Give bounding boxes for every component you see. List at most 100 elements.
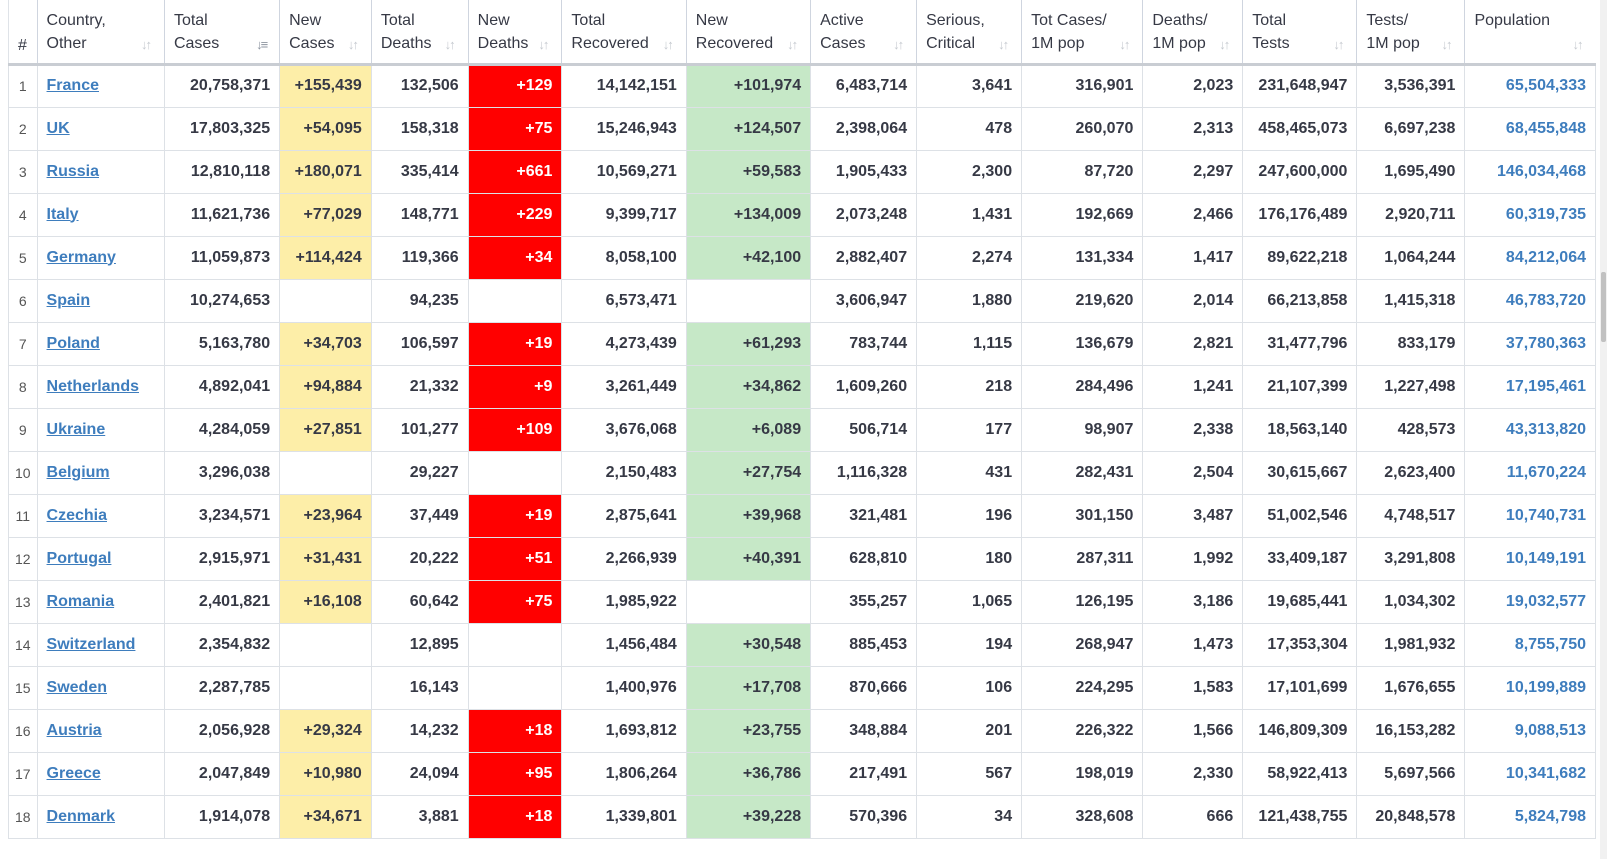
country-link[interactable]: Poland — [47, 335, 100, 352]
column-header-total-deaths[interactable]: Total Deaths ↓↑ — [370, 0, 469, 66]
table-row[interactable]: 5 Germany 11,059,873 +114,424 119,366 +34 8,05… — [8, 235, 1596, 280]
cell-total-cases: 2,354,832 — [163, 622, 281, 667]
cell-total-recovered: 3,261,449 — [561, 364, 687, 409]
column-header-tests-per-1m[interactable]: Tests/1M pop ↓↑ — [1356, 0, 1465, 66]
table-row[interactable]: 2 UK 17,803,325 +54,095 158,318 +75 15,246,943… — [8, 106, 1596, 151]
country-link[interactable]: Austria — [47, 722, 102, 739]
sort-arrows-icon[interactable]: ↓↑ — [1333, 33, 1347, 52]
sort-arrows-icon[interactable]: ↓↑ — [1219, 33, 1233, 52]
scrollbar-thumb[interactable] — [1601, 272, 1606, 342]
cell-new-cases: +16,108 — [279, 579, 372, 624]
cell-tests-per-1m: 4,748,517 — [1356, 493, 1466, 538]
cell-active-cases: 321,481 — [810, 493, 918, 538]
table-row[interactable]: 12 Portugal 2,915,971 +31,431 20,222 +51 2,266… — [8, 536, 1596, 581]
vertical-scrollbar[interactable] — [1600, 0, 1607, 859]
column-header-total-tests[interactable]: Total Tests ↓↑ — [1242, 0, 1357, 66]
column-header-total-recovered[interactable]: Total Recovered ↓↑ — [561, 0, 687, 66]
country-link[interactable]: Sweden — [47, 679, 107, 696]
table-row[interactable]: 10 Belgium 3,296,038 29,227 2,150,483 +27,754… — [8, 450, 1596, 495]
sort-arrows-icon[interactable]: ↓↑ — [787, 33, 801, 52]
cell-total-deaths: 12,895 — [370, 622, 469, 667]
cell-country: Russia — [36, 149, 165, 194]
country-link[interactable]: Germany — [47, 249, 116, 266]
table-row[interactable]: 18 Denmark 1,914,078 +34,671 3,881 +18 1,339,8… — [8, 794, 1596, 839]
sort-arrows-icon[interactable]: ↓↑ — [348, 33, 362, 52]
country-link[interactable]: UK — [47, 120, 70, 137]
table-header-row: # Country, Other ↓↑ Total Cases ↓≡ New Cases ↓↑ To… — [8, 0, 1596, 66]
country-link[interactable]: Spain — [47, 292, 91, 309]
table-row[interactable]: 15 Sweden 2,287,785 16,143 1,400,976 +17,708 8… — [8, 665, 1596, 710]
country-link[interactable]: Greece — [47, 765, 101, 782]
column-header-population[interactable]: Population ↓↑ — [1464, 0, 1596, 66]
cell-rank: 4 — [8, 192, 38, 237]
column-header-serious-critical[interactable]: Serious, Critical ↓↑ — [916, 0, 1022, 66]
table-row[interactable]: 1 France 20,758,371 +155,439 132,506 +129 14,1… — [8, 63, 1596, 108]
column-header-rank[interactable]: # — [8, 0, 38, 66]
table-row[interactable]: 8 Netherlands 4,892,041 +94,884 21,332 +9 3,26… — [8, 364, 1596, 409]
cell-new-cases: +94,884 — [279, 364, 372, 409]
cell-deaths-per-1m: 666 — [1142, 794, 1244, 839]
country-link[interactable]: Switzerland — [47, 636, 136, 653]
table-row[interactable]: 14 Switzerland 2,354,832 12,895 1,456,484 +30… — [8, 622, 1596, 667]
cell-total-tests: 66,213,858 — [1242, 278, 1358, 323]
table-row[interactable]: 3 Russia 12,810,118 +180,071 335,414 +661 10,5… — [8, 149, 1596, 194]
column-header-deaths-per-1m[interactable]: Deaths/1M pop ↓↑ — [1142, 0, 1243, 66]
table-row[interactable]: 7 Poland 5,163,780 +34,703 106,597 +19 4,273,4… — [8, 321, 1596, 366]
cell-total-deaths: 60,642 — [370, 579, 469, 624]
column-header-cases-per-1m[interactable]: Tot Cases/1M pop ↓↑ — [1021, 0, 1143, 66]
sort-arrows-icon[interactable]: ↓↑ — [893, 33, 907, 52]
cell-new-cases — [279, 665, 372, 710]
column-header-active-cases[interactable]: Active Cases ↓↑ — [810, 0, 917, 66]
sort-arrows-icon[interactable]: ↓↑ — [1573, 33, 1587, 52]
country-link[interactable]: France — [47, 77, 99, 94]
country-link[interactable]: Denmark — [47, 808, 115, 825]
cell-serious-critical: 567 — [916, 751, 1023, 796]
cell-new-cases: +34,703 — [279, 321, 372, 366]
column-header-new-deaths[interactable]: New Deaths ↓↑ — [467, 0, 562, 66]
country-link[interactable]: Portugal — [47, 550, 112, 567]
table-row[interactable]: 4 Italy 11,621,736 +77,029 148,771 +229 9,399,… — [8, 192, 1596, 237]
sort-arrows-icon[interactable]: ↓↑ — [141, 33, 155, 52]
cell-new-deaths: +19 — [467, 321, 563, 366]
cell-active-cases: 355,257 — [810, 579, 918, 624]
cell-total-recovered: 1,806,264 — [561, 751, 687, 796]
cell-new-cases — [279, 450, 372, 495]
cell-country: Netherlands — [36, 364, 165, 409]
sort-arrows-icon[interactable]: ↓↑ — [538, 33, 552, 52]
cell-total-deaths: 24,094 — [370, 751, 469, 796]
cell-country: Belgium — [36, 450, 165, 495]
table-row[interactable]: 13 Romania 2,401,821 +16,108 60,642 +75 1,985,… — [8, 579, 1596, 624]
country-link[interactable]: Czechia — [47, 507, 107, 524]
sort-arrows-icon[interactable]: ↓↑ — [1441, 33, 1455, 52]
cell-tests-per-1m: 428,573 — [1356, 407, 1466, 452]
cell-new-recovered: +101,974 — [685, 63, 812, 108]
table-row[interactable]: 11 Czechia 3,234,571 +23,964 37,449 +19 2,875,… — [8, 493, 1596, 538]
cell-total-deaths: 335,414 — [370, 149, 469, 194]
sort-arrows-icon[interactable]: ↓↑ — [663, 33, 677, 52]
sort-arrows-icon[interactable]: ↓↑ — [445, 33, 459, 52]
cell-deaths-per-1m: 2,338 — [1142, 407, 1244, 452]
column-header-new-cases[interactable]: New Cases ↓↑ — [279, 0, 372, 66]
country-link[interactable]: Netherlands — [47, 378, 139, 395]
country-link[interactable]: Belgium — [47, 464, 110, 481]
sort-descending-icon[interactable]: ↓≡ — [256, 33, 270, 52]
table-body: 1 France 20,758,371 +155,439 132,506 +129 14,1… — [8, 63, 1596, 839]
sort-arrows-icon[interactable]: ↓↑ — [998, 33, 1012, 52]
table-row[interactable]: 17 Greece 2,047,849 +10,980 24,094 +95 1,806,2… — [8, 751, 1596, 796]
table-row[interactable]: 16 Austria 2,056,928 +29,324 14,232 +18 1,693,… — [8, 708, 1596, 753]
country-link[interactable]: Romania — [47, 593, 115, 610]
table-row[interactable]: 9 Ukraine 4,284,059 +27,851 101,277 +109 3,676… — [8, 407, 1596, 452]
cell-total-recovered: 10,569,271 — [561, 149, 687, 194]
cell-country: France — [36, 63, 165, 108]
column-header-total-cases[interactable]: Total Cases ↓≡ — [163, 0, 280, 66]
sort-arrows-icon[interactable]: ↓↑ — [1119, 33, 1133, 52]
cell-deaths-per-1m: 2,821 — [1142, 321, 1244, 366]
column-header-label: Total — [1252, 12, 1287, 29]
column-header-new-recovered[interactable]: New Recovered ↓↑ — [685, 0, 811, 66]
column-header-country[interactable]: Country, Other ↓↑ — [36, 0, 165, 66]
country-link[interactable]: Russia — [47, 163, 99, 180]
table-row[interactable]: 6 Spain 10,274,653 94,235 6,573,471 3,606,947… — [8, 278, 1596, 323]
country-link[interactable]: Italy — [47, 206, 79, 223]
country-link[interactable]: Ukraine — [47, 421, 106, 438]
cell-new-cases: +10,980 — [279, 751, 372, 796]
